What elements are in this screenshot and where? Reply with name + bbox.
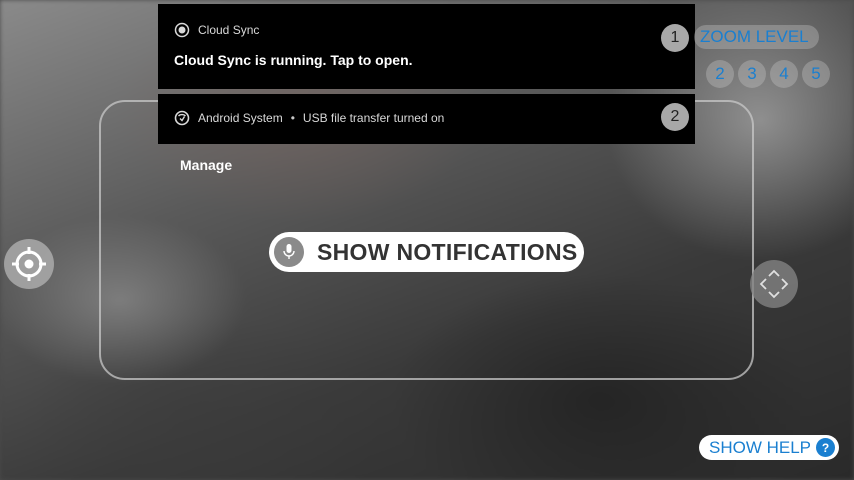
crosshair-button[interactable]	[4, 239, 54, 289]
notification-app-name: Android System	[198, 111, 283, 125]
notification-separator: •	[290, 111, 295, 125]
notification-number-badge: 1	[661, 24, 689, 52]
notification-app-name: Cloud Sync	[198, 23, 260, 37]
notification-number-badge: 2	[661, 103, 689, 131]
zoom-level-5-button[interactable]: 5	[802, 60, 830, 88]
show-help-label: SHOW HELP	[709, 437, 812, 457]
zoom-level-label: ZOOM LEVEL	[694, 25, 819, 49]
notification-cloud-sync[interactable]: Cloud Sync Cloud Sync is running. Tap to…	[158, 4, 695, 89]
help-icon: ?	[816, 438, 835, 457]
notification-summary: USB file transfer turned on	[302, 111, 445, 125]
zoom-level-4-button[interactable]: 4	[770, 60, 798, 88]
microphone-icon	[274, 237, 304, 267]
zoom-level-2-button[interactable]: 2	[706, 60, 734, 88]
notification-header: Cloud Sync	[174, 22, 259, 38]
notification-message: Cloud Sync is running. Tap to open.	[174, 52, 413, 68]
pan-control-button[interactable]	[750, 260, 798, 308]
notification-header: Android System • USB file transfer turne…	[174, 110, 444, 126]
show-notifications-label: SHOW NOTIFICATIONS	[317, 238, 578, 265]
crosshair-icon	[12, 247, 46, 281]
manage-notifications-button[interactable]: Manage	[180, 157, 232, 173]
android-system-icon	[174, 110, 190, 126]
show-notifications-voice-button[interactable]: SHOW NOTIFICATIONS	[269, 232, 584, 272]
show-help-button[interactable]: SHOW HELP ?	[699, 435, 839, 460]
cloud-sync-icon	[174, 22, 190, 38]
pan-arrows-icon	[759, 269, 789, 299]
notification-android-system[interactable]: Android System • USB file transfer turne…	[158, 94, 695, 144]
zoom-level-3-button[interactable]: 3	[738, 60, 766, 88]
